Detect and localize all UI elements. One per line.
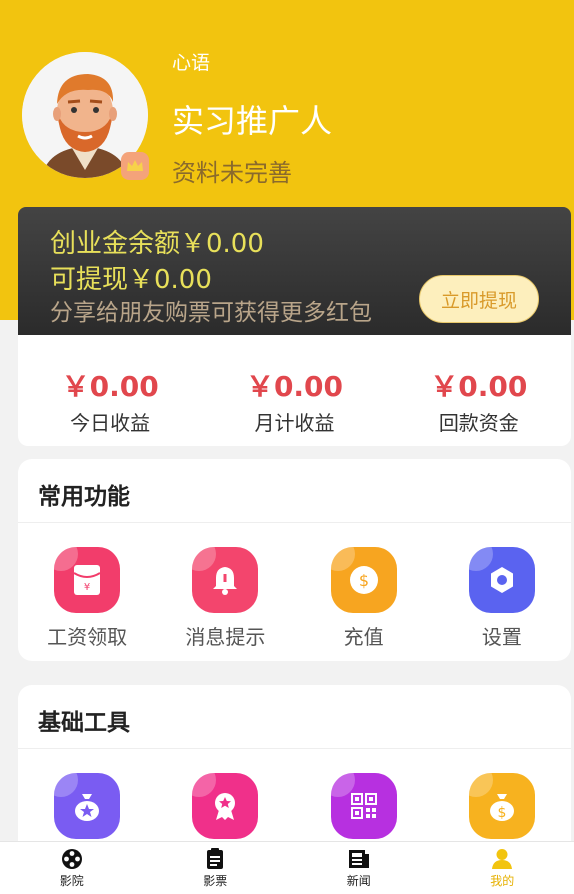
function-messages[interactable]: 消息提示 [156,547,294,650]
stat-value: ￥0.00 [430,370,528,403]
balance-card: 创业金余额￥0.00 可提现￥0.00 分享给朋友购票可获得更多红包 立即提现 [18,207,571,335]
stat-value: ￥0.00 [245,370,344,403]
stat-returned[interactable]: ￥0.00 回款资金 [387,335,571,446]
tab-label: 新闻 [346,874,371,888]
svg-text:$: $ [497,805,506,821]
startup-fund-balance: 创业金余额￥0.00 [50,229,264,259]
user-nickname: 心语 [172,52,211,74]
function-label: 工资领取 [47,625,128,649]
qr-code-icon [330,773,397,839]
function-label: 消息提示 [185,625,266,649]
bell-icon [192,547,259,613]
stat-label: 月计收益 [254,411,335,435]
function-recharge[interactable]: $ 充值 [295,547,433,650]
bottom-tab-bar: 影院 影票 新闻 我的 [0,841,574,894]
section-title: 常用功能 [18,459,571,523]
stat-today[interactable]: ￥0.00 今日收益 [18,335,202,446]
earnings-stats: ￥0.00 今日收益 ￥0.00 月计收益 ￥0.00 回款资金 [18,335,571,446]
svg-text:$: $ [359,571,369,590]
function-settings[interactable]: 设置 [433,547,571,650]
film-reel-icon [61,849,82,869]
crown-icon [121,152,149,180]
stat-value: ￥0.00 [61,370,159,403]
user-icon [492,849,513,869]
tab-label: 我的 [490,874,515,888]
profile-status-link[interactable]: 资料未完善 [172,153,292,188]
share-tip: 分享给朋友购票可获得更多红包 [50,300,372,326]
coin-icon: $ [330,547,397,613]
tab-label: 影院 [59,874,84,888]
stat-month[interactable]: ￥0.00 月计收益 [202,335,386,446]
tool-qr-code[interactable] [295,773,433,839]
tab-label: 影票 [203,874,228,888]
red-envelope-icon: ¥ [54,547,121,613]
newspaper-icon [348,850,369,868]
stat-label: 今日收益 [70,411,151,435]
award-icon [192,773,259,839]
tool-dollar-bag[interactable]: $ [433,773,571,839]
function-label: 设置 [481,625,522,649]
tab-cinema[interactable]: 影院 [0,842,144,894]
tab-news[interactable]: 新闻 [287,842,431,894]
function-label: 充值 [343,625,384,649]
common-functions-card: 常用功能 ¥ 工资领取 消息提示 $ 充值 设置 [18,459,571,661]
user-role: 实习推广人 [172,102,333,140]
tab-tickets[interactable]: 影票 [144,842,288,894]
stat-label: 回款资金 [438,411,519,435]
profile-page: 心语 实习推广人 资料未完善 创业金余额￥0.00 可提现￥0.00 分享给朋友… [0,0,574,894]
tool-award[interactable] [156,773,294,839]
tool-money-bag[interactable] [18,773,156,839]
withdraw-button[interactable]: 立即提现 [419,275,539,323]
section-title: 基础工具 [18,685,571,749]
money-bag-icon [54,773,121,839]
gear-icon [468,547,535,613]
dollar-bag-icon: $ [468,773,535,839]
svg-text:¥: ¥ [84,582,90,593]
ticket-icon [207,848,224,869]
tab-mine[interactable]: 我的 [431,842,574,894]
withdrawable-balance: 可提现￥0.00 [50,265,212,295]
function-salary[interactable]: ¥ 工资领取 [18,547,156,650]
